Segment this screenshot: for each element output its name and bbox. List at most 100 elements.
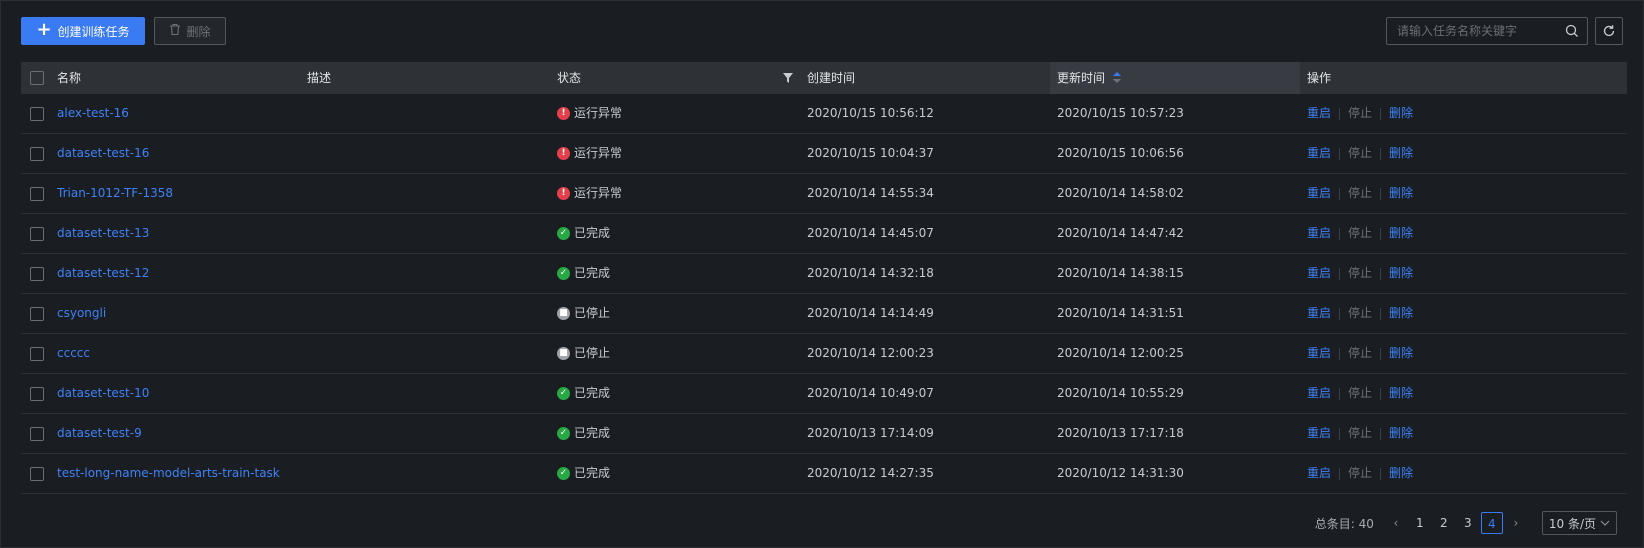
task-name-link[interactable]: csyongli	[57, 294, 106, 333]
task-name-link[interactable]: dataset-test-10	[57, 374, 149, 413]
prev-page-icon[interactable]: ‹	[1385, 512, 1407, 534]
delete-row-button[interactable]: 删除	[1389, 374, 1413, 413]
status-cell: ! 运行异常	[557, 134, 622, 173]
column-updated-label: 更新时间	[1057, 71, 1106, 85]
status-cell: ✓ 已完成	[557, 454, 610, 493]
stop-button[interactable]: 停止	[1348, 174, 1372, 213]
task-name-link[interactable]: dataset-test-13	[57, 214, 149, 253]
sort-icon[interactable]	[1112, 72, 1121, 83]
row-checkbox[interactable]	[30, 347, 44, 361]
delete-row-button[interactable]: 删除	[1389, 174, 1413, 213]
created-time: 2020/10/15 10:56:12	[807, 106, 934, 120]
stop-button[interactable]: 停止	[1348, 294, 1372, 333]
stop-button[interactable]: 停止	[1348, 454, 1372, 493]
status-text: 已完成	[574, 466, 611, 480]
column-updated-time[interactable]: 更新时间	[1050, 62, 1300, 94]
delete-button[interactable]: 删除	[154, 17, 226, 45]
status-done-icon: ✓	[557, 467, 570, 480]
task-name-link[interactable]: Trian-1012-TF-1358	[57, 174, 173, 213]
restart-button[interactable]: 重启	[1307, 254, 1331, 293]
page-4[interactable]: 4	[1480, 512, 1503, 534]
column-created-time[interactable]: 创建时间	[807, 62, 855, 94]
refresh-button[interactable]	[1595, 17, 1623, 45]
status-stopped-icon: ■	[557, 347, 570, 360]
status-stopped-icon: ■	[557, 307, 570, 320]
status-text: 已完成	[574, 426, 611, 440]
restart-button[interactable]: 重启	[1307, 294, 1331, 333]
row-checkbox[interactable]	[30, 427, 44, 441]
row-checkbox[interactable]	[30, 147, 44, 161]
delete-row-button[interactable]: 删除	[1389, 214, 1413, 253]
divider	[1339, 227, 1341, 240]
task-name-link[interactable]: dataset-test-16	[57, 134, 149, 173]
restart-button[interactable]: 重启	[1307, 374, 1331, 413]
page-3[interactable]: 3	[1457, 512, 1479, 534]
delete-row-button[interactable]: 删除	[1389, 454, 1413, 493]
divider	[1339, 347, 1341, 360]
page-2[interactable]: 2	[1433, 512, 1455, 534]
restart-button[interactable]: 重启	[1307, 134, 1331, 173]
task-name-link[interactable]: dataset-test-9	[57, 414, 142, 453]
stop-button[interactable]: 停止	[1348, 214, 1372, 253]
divider	[1380, 107, 1382, 120]
stop-button[interactable]: 停止	[1348, 254, 1372, 293]
status-text: 运行异常	[574, 186, 623, 200]
task-name-link[interactable]: alex-test-16	[57, 94, 129, 133]
row-checkbox[interactable]	[30, 307, 44, 321]
stop-button[interactable]: 停止	[1348, 334, 1372, 373]
page-size-select[interactable]: 10 条/页	[1541, 511, 1617, 535]
restart-button[interactable]: 重启	[1307, 94, 1331, 133]
status-cell: ■ 已停止	[557, 294, 610, 333]
chevron-down-icon	[1600, 520, 1610, 526]
stop-button[interactable]: 停止	[1348, 374, 1372, 413]
row-actions: 重启 停止 删除	[1307, 254, 1413, 293]
filter-icon[interactable]	[783, 73, 793, 83]
created-time: 2020/10/14 10:49:07	[807, 386, 934, 400]
row-checkbox[interactable]	[30, 467, 44, 481]
search-icon[interactable]	[1565, 24, 1579, 38]
created-time: 2020/10/13 17:14:09	[807, 426, 934, 440]
row-checkbox[interactable]	[30, 387, 44, 401]
column-description: 描述	[307, 71, 332, 85]
delete-row-button[interactable]: 删除	[1389, 94, 1413, 133]
select-all-checkbox[interactable]	[30, 71, 44, 85]
divider	[1380, 467, 1382, 480]
training-task-page: + 创建训练任务 删除 请输入任务名称关键字 名称 描述 状态 创建时间 更新时…	[0, 0, 1644, 548]
status-cell: ! 运行异常	[557, 174, 622, 213]
row-actions: 重启 停止 删除	[1307, 94, 1413, 133]
stop-button[interactable]: 停止	[1348, 414, 1372, 453]
trash-icon	[169, 23, 181, 39]
search-input[interactable]	[1387, 18, 1567, 44]
table-body: alex-test-16 ! 运行异常 2020/10/15 10:56:12 2020…	[21, 94, 1627, 494]
restart-button[interactable]: 重启	[1307, 414, 1331, 453]
next-page-icon[interactable]: ›	[1505, 512, 1527, 534]
row-checkbox[interactable]	[30, 187, 44, 201]
delete-row-button[interactable]: 删除	[1389, 334, 1413, 373]
delete-row-button[interactable]: 删除	[1389, 414, 1413, 453]
page-1[interactable]: 1	[1409, 512, 1431, 534]
task-name-link[interactable]: ccccc	[57, 334, 90, 373]
row-checkbox[interactable]	[30, 267, 44, 281]
total-count: 总条目: 40	[1314, 516, 1374, 531]
table-row: dataset-test-16! 运行异常 2020/10/15 10:04:37 2…	[21, 134, 1627, 174]
task-name-link[interactable]: dataset-test-12	[57, 254, 149, 293]
delete-row-button[interactable]: 删除	[1389, 294, 1413, 333]
status-done-icon: ✓	[557, 227, 570, 240]
stop-button[interactable]: 停止	[1348, 134, 1372, 173]
status-text: 运行异常	[574, 106, 623, 120]
row-checkbox[interactable]	[30, 107, 44, 121]
restart-button[interactable]: 重启	[1307, 454, 1331, 493]
delete-row-button[interactable]: 删除	[1389, 254, 1413, 293]
restart-button[interactable]: 重启	[1307, 334, 1331, 373]
pagination: 总条目: 40 ‹ 1 2 3 4 › 10 条/页	[1315, 511, 1617, 535]
restart-button[interactable]: 重启	[1307, 174, 1331, 213]
updated-time: 2020/10/14 14:47:42	[1057, 226, 1184, 240]
delete-row-button[interactable]: 删除	[1389, 134, 1413, 173]
create-training-task-button[interactable]: + 创建训练任务	[21, 17, 145, 45]
stop-button[interactable]: 停止	[1348, 94, 1372, 133]
status-text: 运行异常	[574, 146, 623, 160]
status-done-icon: ✓	[557, 267, 570, 280]
task-name-link[interactable]: test-long-name-model-arts-train-task	[57, 454, 280, 493]
restart-button[interactable]: 重启	[1307, 214, 1331, 253]
row-checkbox[interactable]	[30, 227, 44, 241]
